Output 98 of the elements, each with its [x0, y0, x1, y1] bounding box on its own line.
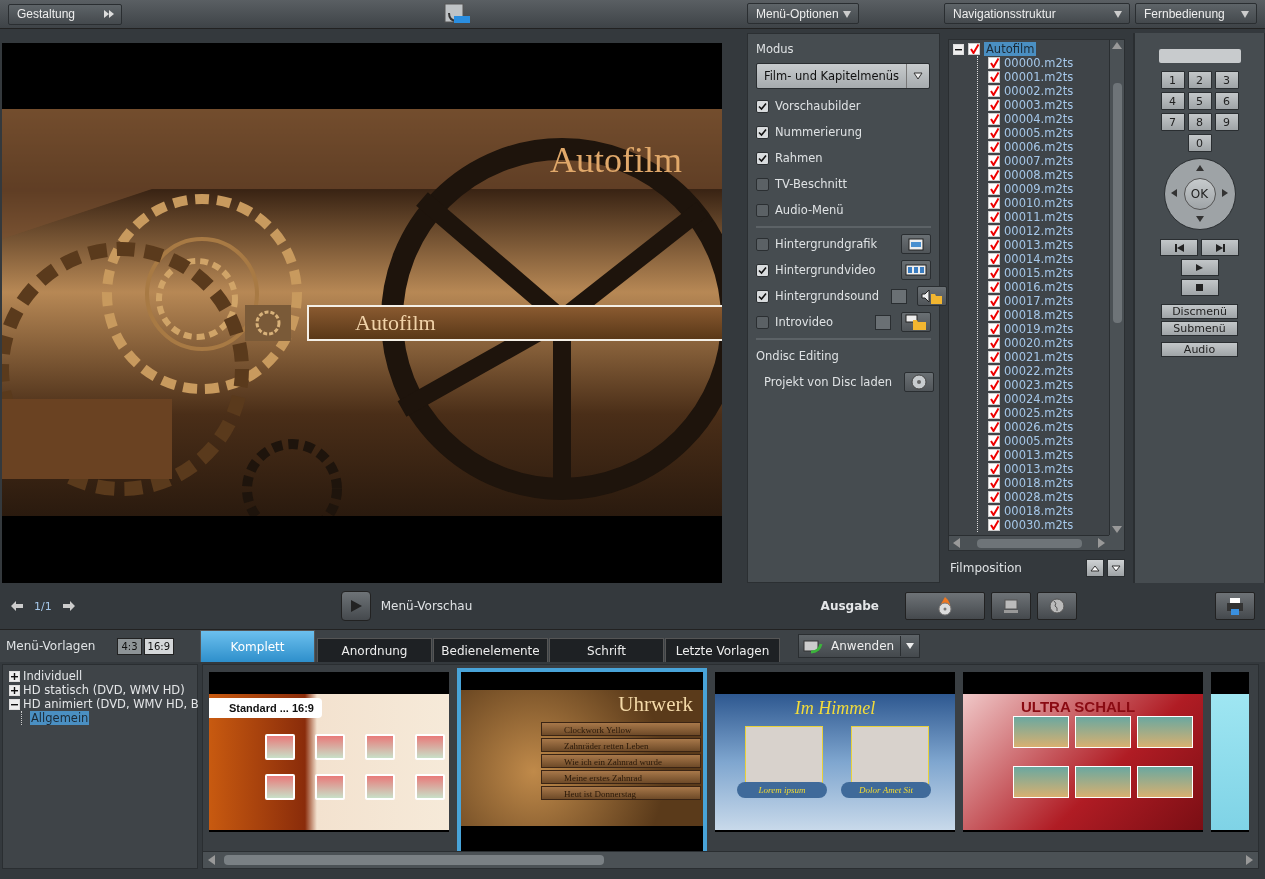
tree-item[interactable]: 00006.m2ts [1004, 140, 1074, 154]
number-key[interactable]: 5 [1187, 92, 1212, 110]
tree-item[interactable]: 00026.m2ts [1004, 420, 1074, 434]
mode-label: Modus [756, 42, 795, 56]
checkbox-label: Rahmen [775, 151, 823, 165]
checkbox-label: Nummerierung [775, 125, 862, 139]
design-button[interactable]: Gestaltung [8, 3, 122, 25]
number-key[interactable]: 8 [1187, 113, 1212, 131]
number-key[interactable]: 1 [1160, 71, 1185, 89]
preview-title: Autofilm [550, 139, 682, 181]
template-title: Im Himmel [793, 698, 877, 719]
caption: Lorem ipsum [737, 782, 827, 798]
tab[interactable]: Anordnung [317, 638, 432, 662]
template-title: Uhrwerk [618, 692, 693, 717]
tree-item[interactable]: 00014.m2ts [1004, 252, 1074, 266]
tree-item[interactable]: 00004.m2ts [1004, 112, 1074, 126]
remote-menu-button[interactable]: Discmenü [1161, 304, 1238, 319]
checkbox-label: Introvideo [775, 315, 834, 329]
number-key[interactable]: 6 [1214, 92, 1239, 110]
chapter-label: Heut ist Donnerstag [541, 786, 701, 800]
template-title: Standard ... 16:9 [209, 698, 322, 718]
checkbox-label: Hintergrundsound [775, 289, 880, 303]
tree-item[interactable]: Autofilm [984, 42, 1037, 56]
number-key[interactable]: 9 [1214, 113, 1239, 131]
tab[interactable]: Letzte Vorlagen [665, 638, 780, 662]
chapter-label: Zahnräder retten Leben [541, 738, 701, 752]
tree-item[interactable]: 00001.m2ts [1004, 70, 1074, 84]
chapter-label: Meine erstes Zahnrad [541, 770, 701, 784]
tree-item[interactable]: 00000.m2ts [1004, 56, 1074, 70]
checkbox-label: TV-Beschnitt [775, 177, 848, 191]
tree-item[interactable]: 00011.m2ts [1004, 210, 1074, 224]
tree-item[interactable]: 00024.m2ts [1004, 392, 1074, 406]
tree-item[interactable]: 00013.m2ts [1004, 238, 1074, 252]
tree-item[interactable]: 00018.m2ts [1004, 504, 1074, 518]
number-key[interactable]: 0 [1187, 134, 1212, 152]
checkbox-label: Audio-Menü [775, 203, 844, 217]
number-key[interactable]: 2 [1187, 71, 1212, 89]
film-position-label: Filmposition [950, 561, 1022, 575]
remote-header[interactable]: Fernbedienung [1135, 3, 1257, 24]
number-key[interactable]: 3 [1214, 71, 1239, 89]
tree-item[interactable]: Allgemein [30, 711, 90, 725]
checkbox-label: Vorschaubilder [775, 99, 861, 113]
tree-item[interactable]: 00023.m2ts [1004, 378, 1074, 392]
remote-menu-button[interactable]: Submenü [1161, 321, 1238, 336]
tree-item[interactable]: 00020.m2ts [1004, 336, 1074, 350]
template-thumbnail[interactable]: Uhrwerk Clockwork Yellow Zahnräder retten Leben Wie ich ein Zahnrad wurde Meine erstes Zahnrad Heut ist Donnerstag [457, 668, 707, 851]
tree-item[interactable]: 00019.m2ts [1004, 322, 1074, 336]
checkbox-label: Hintergrundvideo [775, 263, 876, 277]
tree-item[interactable]: 00015.m2ts [1004, 266, 1074, 280]
tree-item[interactable]: 00010.m2ts [1004, 196, 1074, 210]
tree-item[interactable]: 00030.m2ts [1004, 518, 1074, 532]
caption: Dolor Amet Sit [841, 782, 931, 798]
tree-item[interactable]: Individuell [23, 669, 83, 683]
ok-button[interactable]: OK [1183, 178, 1216, 210]
tree-item[interactable]: 00003.m2ts [1004, 98, 1074, 112]
chapter-label: Wie ich ein Zahnrad wurde [541, 754, 701, 768]
number-key[interactable]: 7 [1160, 113, 1185, 131]
tree-item[interactable]: 00005.m2ts [1004, 126, 1074, 140]
tree-item[interactable]: 00021.m2ts [1004, 350, 1074, 364]
preview-label: Menü-Vorschau [380, 599, 473, 613]
tree-item[interactable]: 00013.m2ts [1004, 462, 1074, 476]
tree-item[interactable]: 00012.m2ts [1004, 224, 1074, 238]
tree-item[interactable]: 00009.m2ts [1004, 182, 1074, 196]
tab[interactable]: Bedienelemente [433, 638, 548, 662]
tab[interactable]: Schrift [549, 638, 664, 662]
apply-button[interactable]: Anwenden [798, 634, 921, 658]
template-thumbnail[interactable]: ULTRA SCHALL [963, 672, 1203, 832]
page-indicator: 1/1 [34, 599, 52, 613]
tree-item[interactable]: 00025.m2ts [1004, 406, 1074, 420]
tree-item[interactable]: 00013.m2ts [1004, 448, 1074, 462]
tree-item[interactable]: 00002.m2ts [1004, 84, 1074, 98]
tree-item[interactable]: 00028.m2ts [1004, 490, 1074, 504]
tree-item[interactable]: HD animiert (DVD, WMV HD, B [23, 697, 199, 711]
chapter-label: Clockwork Yellow [541, 722, 701, 736]
aspect-button[interactable]: 16:9 [143, 637, 174, 655]
menu-options-header[interactable]: Menü-Optionen [747, 3, 859, 24]
template-thumbnail[interactable]: Standard ... 16:9 [209, 672, 449, 832]
tree-item[interactable]: 00018.m2ts [1004, 476, 1074, 490]
template-thumbnail[interactable]: Im Himmel Lorem ipsum Dolor Amet Sit [715, 672, 955, 832]
tree-item[interactable]: 00005.m2ts [1004, 434, 1074, 448]
tree-item[interactable]: 00017.m2ts [1004, 294, 1074, 308]
navigation-header[interactable]: Navigationsstruktur [944, 3, 1130, 24]
mode-dropdown[interactable]: Film- und Kapitelmenüs [756, 63, 930, 89]
tree-item[interactable]: 00022.m2ts [1004, 364, 1074, 378]
tree-item[interactable]: HD statisch (DVD, WMV HD) [23, 683, 185, 697]
tree-item[interactable]: 00008.m2ts [1004, 168, 1074, 182]
tree-item[interactable]: 00007.m2ts [1004, 154, 1074, 168]
checkbox-label: Hintergrundgrafik [775, 237, 878, 251]
tree-item[interactable]: 00018.m2ts [1004, 308, 1074, 322]
section-heading: Ondisc Editing [756, 349, 839, 363]
tree-item[interactable]: 00016.m2ts [1004, 280, 1074, 294]
remote-menu-button[interactable]: Audio [1161, 342, 1238, 357]
number-key[interactable]: 4 [1160, 92, 1185, 110]
template-title: ULTRA SCHALL [1021, 698, 1136, 715]
output-label: Ausgabe [820, 599, 879, 613]
load-label: Projekt von Disc laden [764, 375, 893, 389]
aspect-button[interactable]: 4:3 [117, 637, 142, 655]
templates-label: Menü-Vorlagen [6, 639, 96, 653]
